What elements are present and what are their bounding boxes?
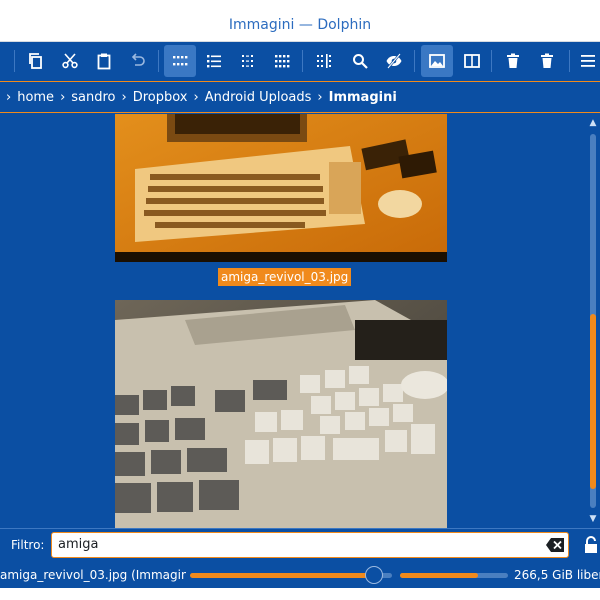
menu-button[interactable] bbox=[576, 45, 600, 77]
sort-button[interactable] bbox=[308, 45, 340, 77]
status-text: amiga_revivol_03.jpg (Immagine J... bbox=[0, 568, 186, 582]
amiga-keyboard-photo bbox=[115, 300, 447, 528]
breadcrumb: › home › sandro › Dropbox › Android Uplo… bbox=[0, 83, 600, 113]
eye-off-icon bbox=[386, 53, 402, 69]
window-title: Immagini — Dolphin bbox=[228, 17, 372, 33]
scissors-icon bbox=[62, 53, 78, 69]
toolbar bbox=[0, 42, 600, 82]
file-view[interactable]: amiga_revivol_03.jpg bbox=[0, 114, 586, 528]
breadcrumb-separator-icon[interactable]: › bbox=[122, 90, 127, 105]
grid-view-icon bbox=[275, 55, 290, 68]
free-space-text: 266,5 GiB liberi bbox=[514, 568, 600, 582]
amiga-keyboard-photo bbox=[115, 114, 447, 262]
breadcrumb-sandro[interactable]: sandro bbox=[71, 90, 115, 105]
toolbar-separator bbox=[491, 50, 492, 72]
search-icon bbox=[353, 54, 368, 69]
file-name-selected[interactable]: amiga_revivol_03.jpg bbox=[218, 268, 352, 286]
scroll-down-icon[interactable]: ▼ bbox=[588, 514, 598, 524]
backspace-icon bbox=[546, 538, 564, 552]
scrollbar-thumb[interactable] bbox=[590, 314, 596, 489]
breadcrumb-dropbox[interactable]: Dropbox bbox=[133, 90, 188, 105]
sort-icon bbox=[317, 54, 331, 68]
icons-view-button[interactable] bbox=[164, 45, 196, 77]
delete-button[interactable] bbox=[531, 45, 563, 77]
scroll-up-icon[interactable]: ▲ bbox=[588, 118, 598, 128]
details-view-button[interactable] bbox=[198, 45, 230, 77]
breadcrumb-separator-icon[interactable]: › bbox=[317, 90, 322, 105]
split-icon bbox=[464, 54, 480, 68]
zoom-slider-fill bbox=[190, 573, 374, 578]
filter-label: Filtro: bbox=[11, 538, 45, 552]
breadcrumb-home[interactable]: home bbox=[17, 90, 54, 105]
hidden-files-button[interactable] bbox=[378, 45, 410, 77]
toolbar-separator bbox=[569, 50, 570, 72]
file-item-thumbnail[interactable] bbox=[115, 300, 447, 528]
grid-view-button[interactable] bbox=[266, 45, 298, 77]
trash-button[interactable] bbox=[497, 45, 529, 77]
breadcrumb-immagini[interactable]: Immagini bbox=[329, 90, 397, 105]
toolbar-separator bbox=[14, 50, 15, 72]
cut-button[interactable] bbox=[54, 45, 86, 77]
compact-view-button[interactable] bbox=[232, 45, 264, 77]
breadcrumb-separator-icon[interactable]: › bbox=[60, 90, 65, 105]
toolbar-separator bbox=[302, 50, 303, 72]
zoom-slider-handle[interactable] bbox=[365, 566, 383, 584]
split-view-button[interactable] bbox=[456, 45, 488, 77]
lock-filter-button[interactable] bbox=[583, 536, 599, 554]
icons-view-icon bbox=[173, 56, 188, 66]
undo-icon bbox=[131, 53, 145, 66]
trash-icon bbox=[541, 53, 553, 68]
compact-view-icon bbox=[242, 55, 253, 67]
copy-button[interactable] bbox=[20, 45, 52, 77]
free-space-bar bbox=[400, 573, 508, 578]
filter-input[interactable]: amiga bbox=[51, 532, 569, 558]
image-icon bbox=[429, 54, 445, 68]
breadcrumb-android-uploads[interactable]: Android Uploads bbox=[205, 90, 312, 105]
details-view-icon bbox=[207, 55, 221, 68]
breadcrumb-separator-icon[interactable]: › bbox=[6, 90, 11, 105]
file-item-thumbnail[interactable] bbox=[115, 114, 447, 262]
zoom-slider[interactable] bbox=[190, 566, 392, 584]
free-space-bar-fill bbox=[400, 573, 478, 578]
search-button[interactable] bbox=[344, 45, 376, 77]
breadcrumb-separator-icon[interactable]: › bbox=[194, 90, 199, 105]
dolphin-window: Immagini — Dolphin › home › sandro › Dro… bbox=[0, 8, 600, 588]
copy-icon bbox=[29, 53, 42, 69]
clear-filter-button[interactable] bbox=[546, 537, 564, 552]
preview-button[interactable] bbox=[421, 45, 453, 77]
status-bar: amiga_revivol_03.jpg (Immagine J... 266,… bbox=[0, 562, 600, 588]
lock-icon bbox=[585, 536, 597, 553]
toolbar-separator bbox=[158, 50, 159, 72]
trash-icon bbox=[507, 53, 519, 68]
title-bar: Immagini — Dolphin bbox=[0, 8, 600, 42]
hamburger-icon bbox=[581, 55, 595, 67]
clipboard-icon bbox=[97, 53, 111, 70]
toolbar-separator bbox=[414, 50, 415, 72]
paste-button[interactable] bbox=[88, 45, 120, 77]
vertical-scrollbar[interactable]: ▲ ▼ bbox=[586, 114, 600, 528]
filter-bar: Filtro: amiga bbox=[0, 528, 600, 562]
undo-button[interactable] bbox=[122, 45, 154, 77]
